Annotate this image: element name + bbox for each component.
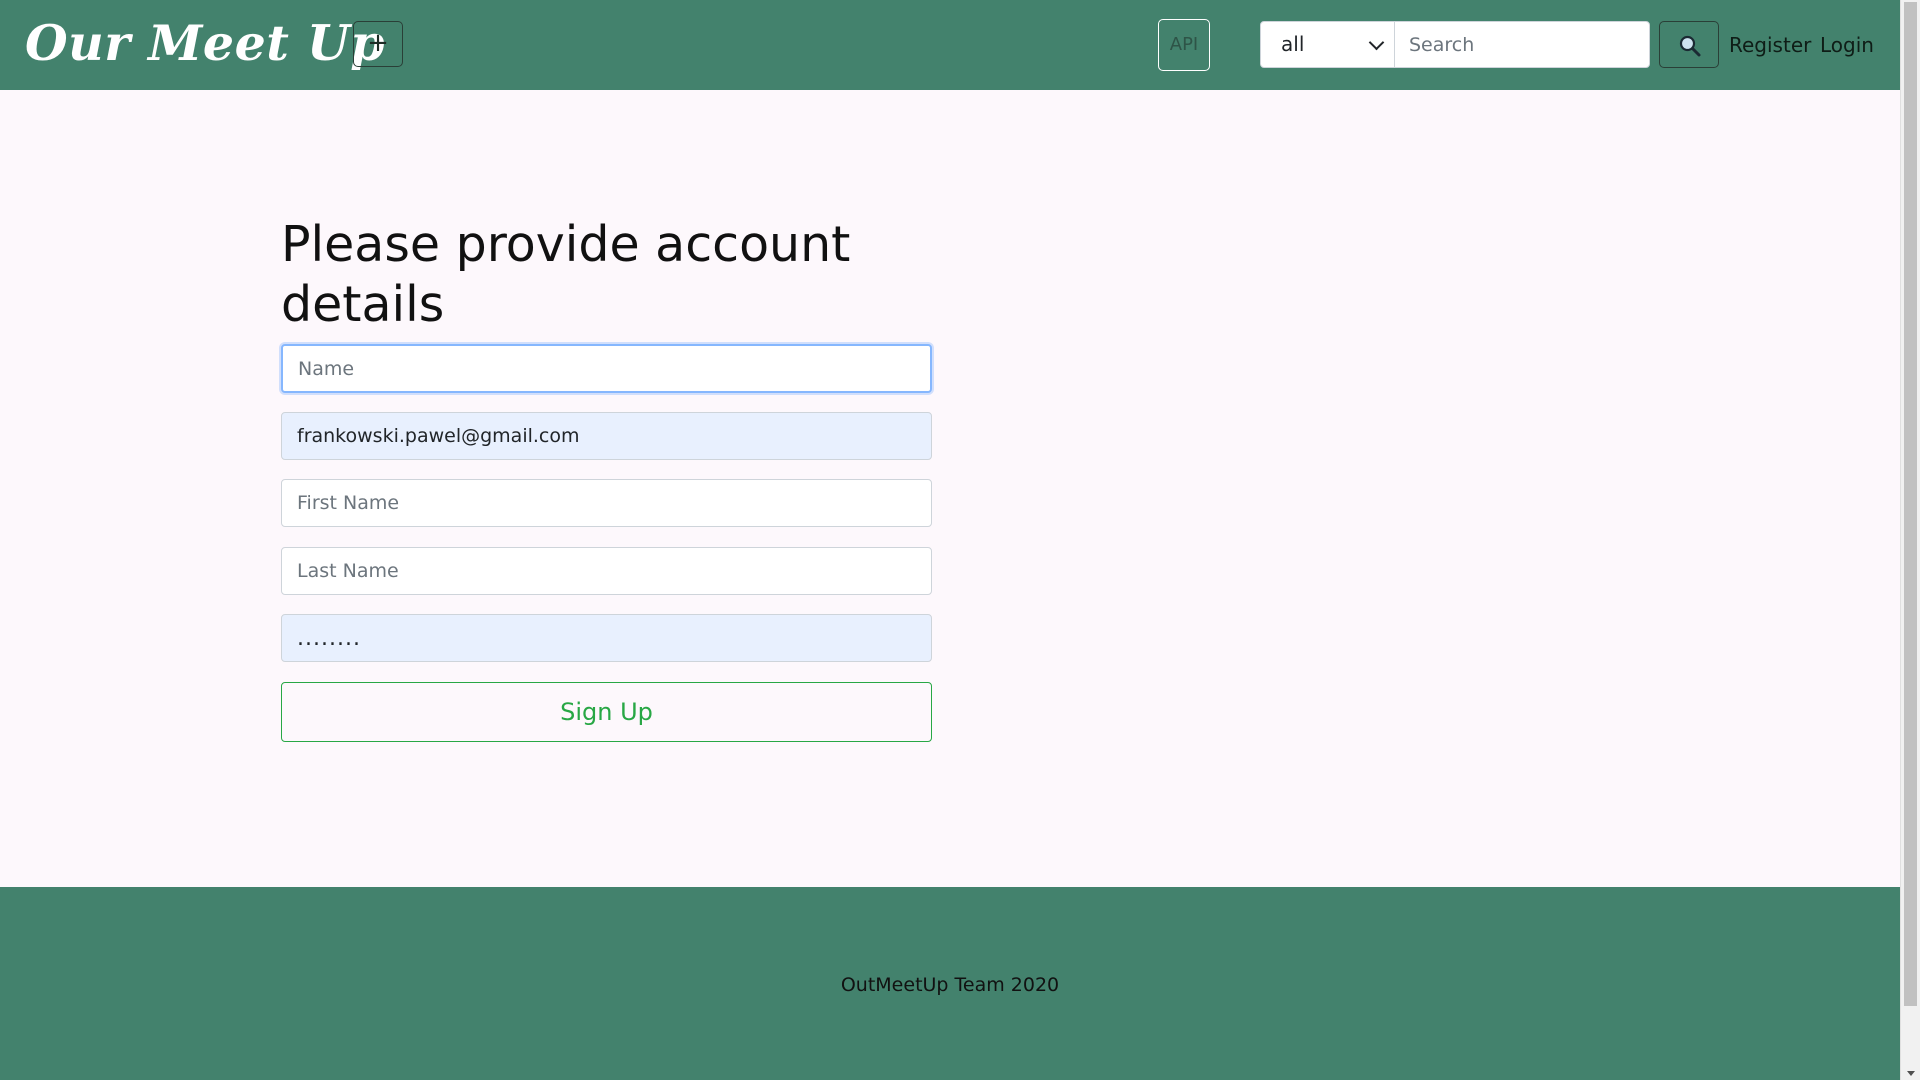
first-name-field[interactable] <box>281 479 932 527</box>
category-select-value: all <box>1281 32 1305 56</box>
api-button-label: API <box>1169 34 1199 55</box>
sign-up-button[interactable]: Sign Up <box>281 682 932 742</box>
category-select[interactable]: all <box>1260 21 1395 68</box>
register-link[interactable]: Register <box>1729 28 1811 62</box>
page-title: Please provide account details <box>281 216 851 333</box>
search-input[interactable] <box>1394 21 1650 68</box>
search-button[interactable] <box>1659 21 1719 68</box>
chevron-down-icon <box>1368 34 1385 51</box>
vertical-scrollbar[interactable] <box>1900 0 1920 1080</box>
top-navbar: Our Meet Up + API all Register Login <box>0 0 1900 90</box>
scroll-down-arrow-icon[interactable] <box>1907 1071 1915 1076</box>
scrollbar-thumb[interactable] <box>1904 2 1917 1006</box>
name-field[interactable] <box>281 344 932 393</box>
email-field[interactable] <box>281 412 932 460</box>
plus-icon: + <box>367 28 389 58</box>
last-name-field[interactable] <box>281 547 932 595</box>
api-button[interactable]: API <box>1158 19 1210 71</box>
footer: OutMeetUp Team 2020 <box>0 887 1900 1080</box>
brand-logo[interactable]: Our Meet Up <box>25 8 385 78</box>
add-meetup-button[interactable]: + <box>353 21 403 67</box>
login-link[interactable]: Login <box>1820 28 1874 62</box>
footer-copyright: OutMeetUp Team 2020 <box>840 974 1060 996</box>
password-field[interactable] <box>281 614 932 662</box>
page: Our Meet Up + API all Register Login Ple… <box>0 0 1900 1080</box>
search-icon <box>1679 35 1701 57</box>
